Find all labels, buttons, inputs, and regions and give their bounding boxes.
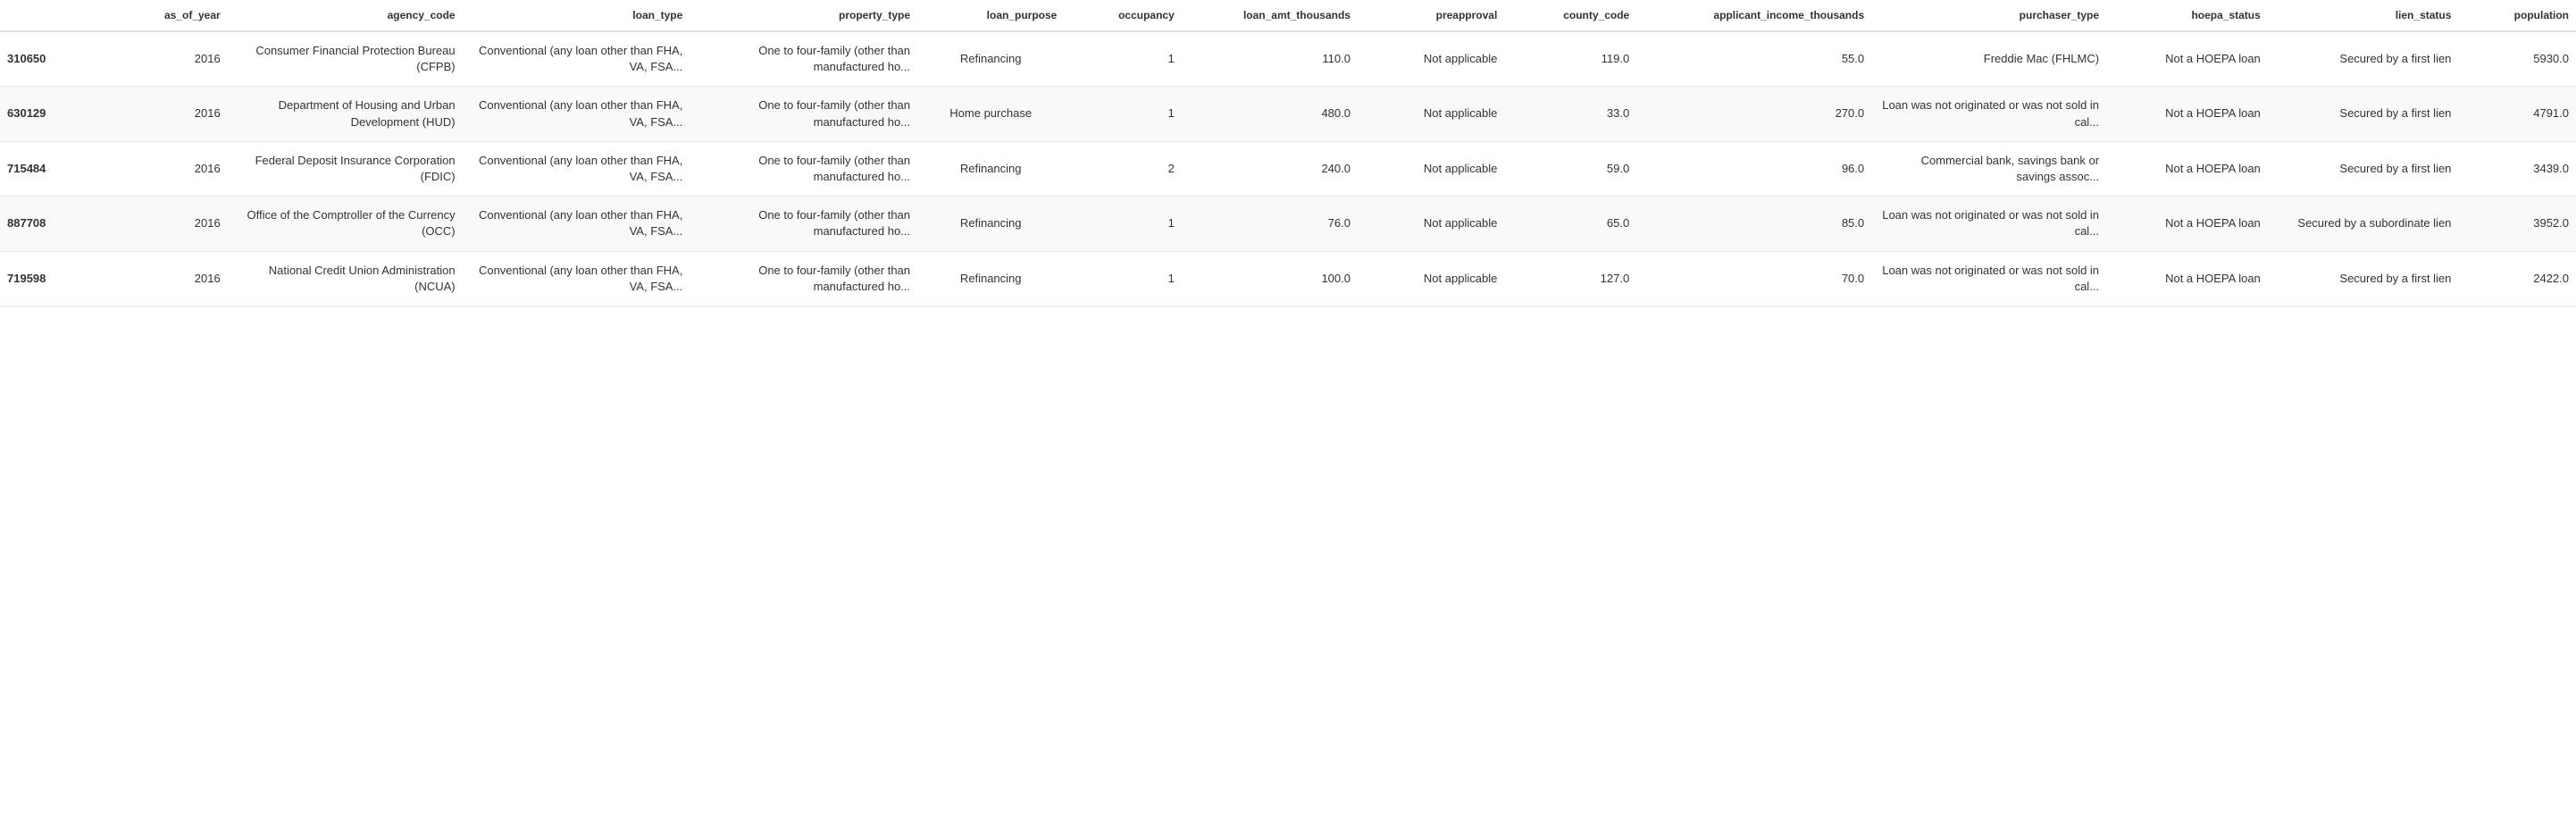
cell-purchaser_type: Commercial bank, savings bank or savings…	[1871, 141, 2106, 196]
cell-preapproval: Not applicable	[1358, 141, 1504, 196]
col-header-property_type[interactable]: property_type	[690, 0, 917, 31]
cell-loan_type: Conventional (any loan other than FHA, V…	[463, 141, 690, 196]
cell-id: 719598	[0, 251, 117, 306]
table-header-row: as_of_year agency_code loan_type propert…	[0, 0, 2576, 31]
cell-as_of_year: 2016	[117, 31, 227, 87]
cell-loan_purpose: Refinancing	[917, 141, 1064, 196]
cell-purchaser_type: Loan was not originated or was not sold …	[1871, 251, 2106, 306]
cell-as_of_year: 2016	[117, 197, 227, 251]
col-header-loan_type[interactable]: loan_type	[463, 0, 690, 31]
cell-purchaser_type: Loan was not originated or was not sold …	[1871, 87, 2106, 141]
cell-property_type: One to four-family (other than manufactu…	[690, 31, 917, 87]
col-header-lien_status[interactable]: lien_status	[2268, 0, 2459, 31]
cell-property_type: One to four-family (other than manufactu…	[690, 197, 917, 251]
cell-occupancy: 1	[1064, 87, 1181, 141]
cell-id: 630129	[0, 87, 117, 141]
cell-occupancy: 1	[1064, 197, 1181, 251]
cell-lien_status: Secured by a subordinate lien	[2268, 197, 2459, 251]
cell-applicant_income_thousands: 85.0	[1636, 197, 1871, 251]
table-row: 7154842016Federal Deposit Insurance Corp…	[0, 141, 2576, 196]
table-row: 3106502016Consumer Financial Protection …	[0, 31, 2576, 87]
cell-id: 715484	[0, 141, 117, 196]
cell-property_type: One to four-family (other than manufactu…	[690, 251, 917, 306]
data-table: as_of_year agency_code loan_type propert…	[0, 0, 2576, 306]
cell-hoepa_status: Not a HOEPA loan	[2106, 31, 2268, 87]
cell-applicant_income_thousands: 70.0	[1636, 251, 1871, 306]
cell-agency_code: Office of the Comptroller of the Currenc…	[228, 197, 463, 251]
cell-hoepa_status: Not a HOEPA loan	[2106, 197, 2268, 251]
cell-id: 310650	[0, 31, 117, 87]
cell-county_code: 33.0	[1504, 87, 1636, 141]
col-header-preapproval[interactable]: preapproval	[1358, 0, 1504, 31]
cell-agency_code: Federal Deposit Insurance Corporation (F…	[228, 141, 463, 196]
cell-occupancy: 2	[1064, 141, 1181, 196]
cell-county_code: 127.0	[1504, 251, 1636, 306]
cell-occupancy: 1	[1064, 251, 1181, 306]
table-row: 8877082016Office of the Comptroller of t…	[0, 197, 2576, 251]
cell-occupancy: 1	[1064, 31, 1181, 87]
cell-hoepa_status: Not a HOEPA loan	[2106, 251, 2268, 306]
cell-applicant_income_thousands: 96.0	[1636, 141, 1871, 196]
cell-loan_amt_thousands: 76.0	[1182, 197, 1358, 251]
cell-loan_purpose: Home purchase	[917, 87, 1064, 141]
cell-loan_purpose: Refinancing	[917, 251, 1064, 306]
cell-purchaser_type: Freddie Mac (FHLMC)	[1871, 31, 2106, 87]
cell-preapproval: Not applicable	[1358, 31, 1504, 87]
col-header-loan_purpose[interactable]: loan_purpose	[917, 0, 1064, 31]
cell-lien_status: Secured by a first lien	[2268, 31, 2459, 87]
cell-loan_type: Conventional (any loan other than FHA, V…	[463, 197, 690, 251]
cell-lien_status: Secured by a first lien	[2268, 87, 2459, 141]
col-header-as_of_year[interactable]: as_of_year	[117, 0, 227, 31]
table-row: 6301292016Department of Housing and Urba…	[0, 87, 2576, 141]
cell-property_type: One to four-family (other than manufactu…	[690, 141, 917, 196]
cell-population: 3439.0	[2458, 141, 2576, 196]
cell-loan_amt_thousands: 240.0	[1182, 141, 1358, 196]
cell-county_code: 119.0	[1504, 31, 1636, 87]
col-header-applicant_income_thousands[interactable]: applicant_income_thousands	[1636, 0, 1871, 31]
cell-as_of_year: 2016	[117, 251, 227, 306]
col-header-loan_amt_thousands[interactable]: loan_amt_thousands	[1182, 0, 1358, 31]
col-header-hoepa_status[interactable]: hoepa_status	[2106, 0, 2268, 31]
cell-loan_type: Conventional (any loan other than FHA, V…	[463, 87, 690, 141]
cell-loan_type: Conventional (any loan other than FHA, V…	[463, 31, 690, 87]
cell-as_of_year: 2016	[117, 141, 227, 196]
cell-id: 887708	[0, 197, 117, 251]
cell-county_code: 59.0	[1504, 141, 1636, 196]
col-header-id[interactable]	[0, 0, 117, 31]
cell-loan_amt_thousands: 480.0	[1182, 87, 1358, 141]
cell-population: 5930.0	[2458, 31, 2576, 87]
cell-loan_purpose: Refinancing	[917, 197, 1064, 251]
cell-lien_status: Secured by a first lien	[2268, 251, 2459, 306]
cell-agency_code: Consumer Financial Protection Bureau (CF…	[228, 31, 463, 87]
cell-property_type: One to four-family (other than manufactu…	[690, 87, 917, 141]
col-header-agency_code[interactable]: agency_code	[228, 0, 463, 31]
cell-loan_amt_thousands: 110.0	[1182, 31, 1358, 87]
cell-hoepa_status: Not a HOEPA loan	[2106, 141, 2268, 196]
cell-lien_status: Secured by a first lien	[2268, 141, 2459, 196]
cell-hoepa_status: Not a HOEPA loan	[2106, 87, 2268, 141]
col-header-county_code[interactable]: county_code	[1504, 0, 1636, 31]
cell-loan_type: Conventional (any loan other than FHA, V…	[463, 251, 690, 306]
cell-population: 3952.0	[2458, 197, 2576, 251]
cell-county_code: 65.0	[1504, 197, 1636, 251]
table-row: 7195982016National Credit Union Administ…	[0, 251, 2576, 306]
cell-preapproval: Not applicable	[1358, 251, 1504, 306]
col-header-occupancy[interactable]: occupancy	[1064, 0, 1181, 31]
col-header-purchaser_type[interactable]: purchaser_type	[1871, 0, 2106, 31]
cell-preapproval: Not applicable	[1358, 87, 1504, 141]
cell-applicant_income_thousands: 55.0	[1636, 31, 1871, 87]
cell-loan_purpose: Refinancing	[917, 31, 1064, 87]
cell-population: 2422.0	[2458, 251, 2576, 306]
cell-population: 4791.0	[2458, 87, 2576, 141]
cell-loan_amt_thousands: 100.0	[1182, 251, 1358, 306]
cell-preapproval: Not applicable	[1358, 197, 1504, 251]
col-header-population[interactable]: population	[2458, 0, 2576, 31]
main-table-container: as_of_year agency_code loan_type propert…	[0, 0, 2576, 306]
cell-agency_code: National Credit Union Administration (NC…	[228, 251, 463, 306]
cell-applicant_income_thousands: 270.0	[1636, 87, 1871, 141]
cell-purchaser_type: Loan was not originated or was not sold …	[1871, 197, 2106, 251]
cell-as_of_year: 2016	[117, 87, 227, 141]
cell-agency_code: Department of Housing and Urban Developm…	[228, 87, 463, 141]
